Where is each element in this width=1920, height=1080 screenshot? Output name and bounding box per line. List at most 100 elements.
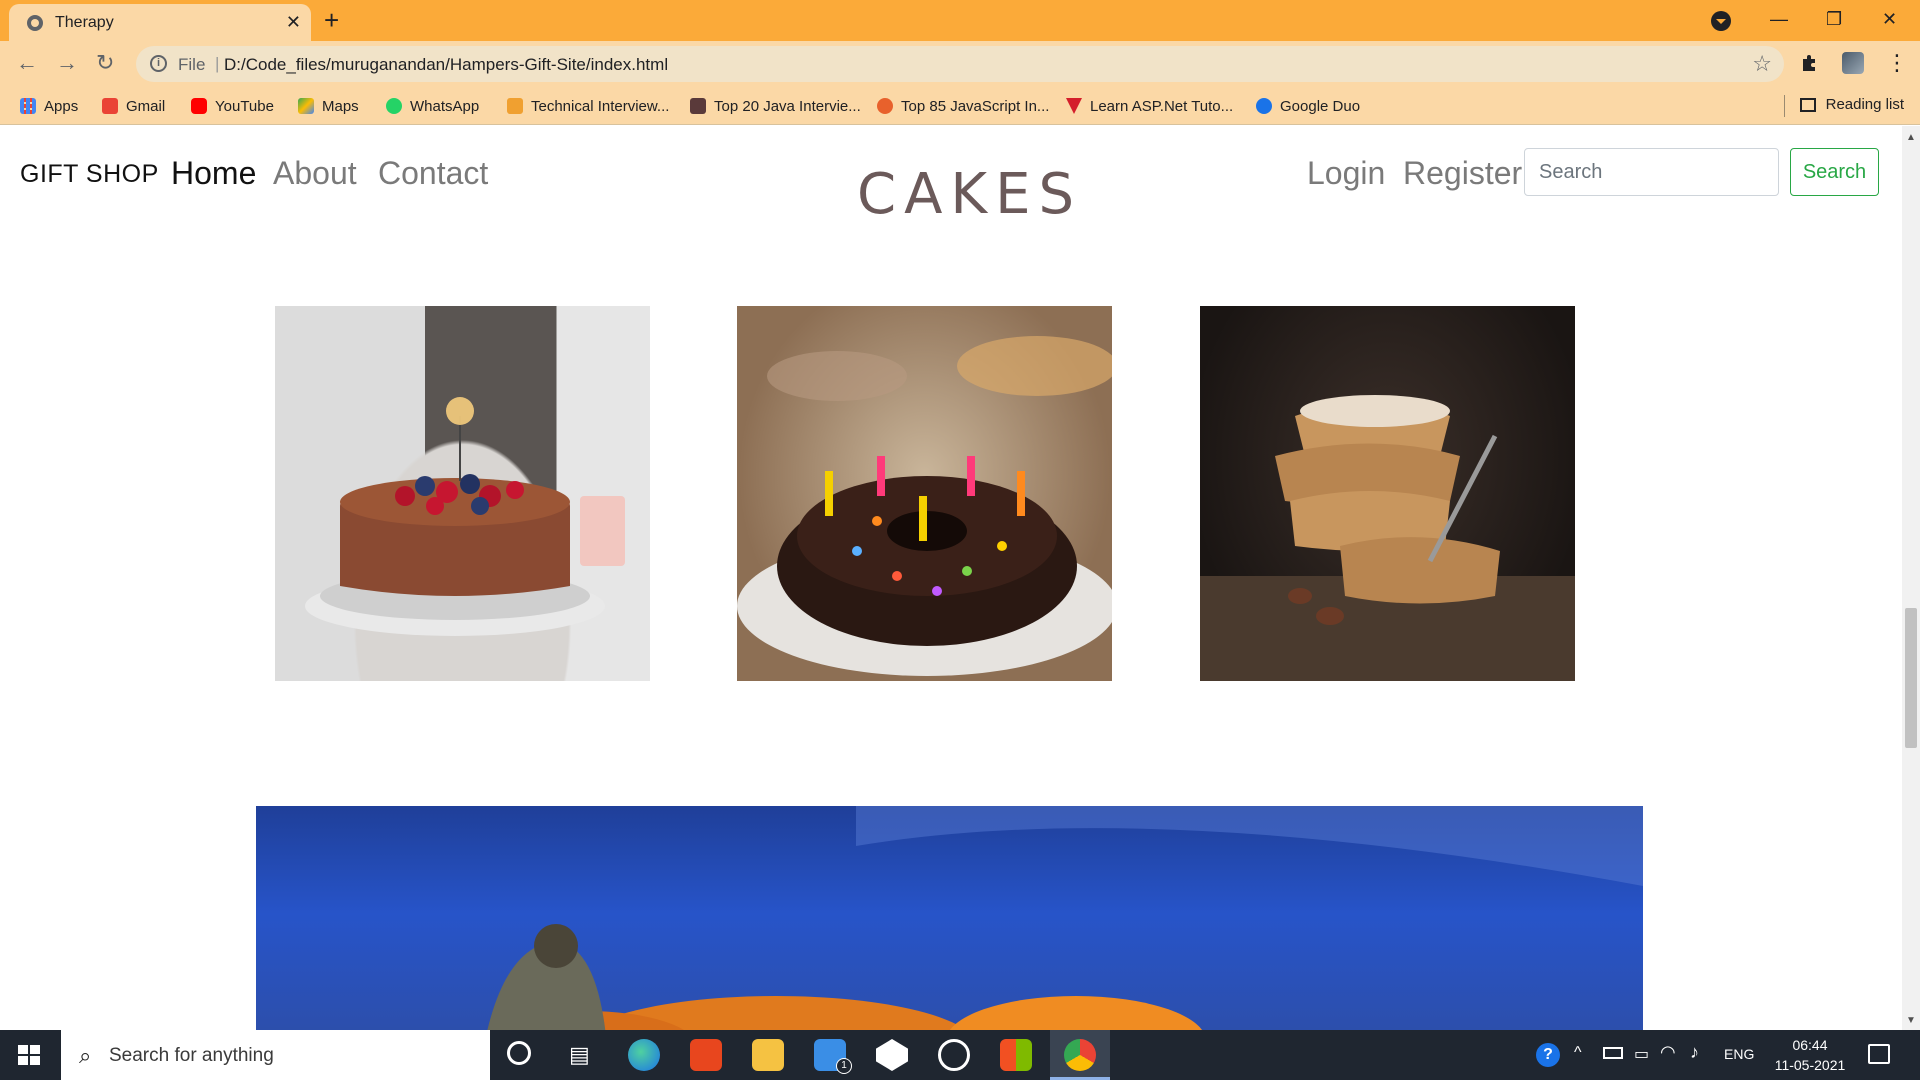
globe-icon (27, 15, 43, 31)
nav-login[interactable]: Login (1307, 155, 1385, 192)
cake-image-berry[interactable] (275, 306, 650, 681)
bookmark-star-icon[interactable]: ☆ (1752, 51, 1772, 77)
tab-strip: Therapy ✕ + — ❐ ✕ (0, 0, 1920, 41)
chrome-icon[interactable] (1064, 1039, 1096, 1071)
battery-icon[interactable] (1603, 1047, 1623, 1059)
task-view-icon[interactable]: ▤ (569, 1042, 590, 1068)
bookmark-label: WhatsApp (410, 97, 480, 115)
file-explorer-icon[interactable] (752, 1039, 784, 1071)
new-tab-icon[interactable]: + (324, 6, 339, 34)
restore-icon[interactable]: ❐ (1826, 6, 1842, 32)
volume-icon[interactable]: ♪ (1690, 1042, 1699, 1063)
bookmark-label: YouTube (215, 97, 274, 115)
scrollbar-thumb[interactable] (1905, 608, 1917, 748)
bookmark-label: Gmail (126, 97, 166, 115)
nav-contact[interactable]: Contact (378, 155, 488, 192)
extensions-icon[interactable] (1800, 53, 1820, 73)
back-icon[interactable]: ← (16, 50, 38, 76)
notification-center-icon[interactable] (1868, 1044, 1890, 1064)
bookmark-label: Maps (322, 97, 359, 115)
edge-icon[interactable] (628, 1039, 660, 1071)
chevron-up-icon[interactable]: ^ (1574, 1044, 1582, 1062)
windows-taskbar: ⌕ Search for anything ▤ 1 ? ^ ▭ ◠ ♪ ENG … (0, 1030, 1920, 1080)
nav-register[interactable]: Register (1403, 155, 1522, 192)
address-bar[interactable]: i File | D:/Code_files/muruganandan/Hamp… (136, 46, 1784, 82)
microsoft-store-icon[interactable] (1000, 1039, 1032, 1071)
close-tab-icon[interactable]: ✕ (286, 12, 301, 32)
aspnet-icon (1066, 98, 1082, 114)
berry-cake-illustration (305, 397, 625, 636)
bookmark-label: Learn ASP.Net Tuto... (1090, 97, 1234, 115)
cortana-icon[interactable] (507, 1041, 531, 1065)
search-input[interactable] (1524, 148, 1779, 196)
url-scheme: File (178, 55, 206, 74)
taskbar-search-box[interactable]: ⌕ Search for anything (61, 1030, 490, 1080)
bookmarks-divider (1784, 95, 1785, 117)
system-clock[interactable]: 06:44 11-05-2021 (1770, 1035, 1850, 1075)
nav-home[interactable]: Home (171, 155, 256, 192)
youtube-icon (191, 98, 207, 114)
bookmark-whatsapp[interactable]: WhatsApp (386, 96, 479, 116)
bookmark-label: Technical Interview... (531, 97, 670, 115)
github-desktop-icon[interactable] (938, 1039, 970, 1071)
url-text[interactable]: D:/Code_files/muruganandan/Hampers-Gift-… (224, 55, 668, 75)
bookmark-maps[interactable]: Maps (298, 96, 359, 116)
javascript-interview-icon (877, 98, 893, 114)
tab-title: Therapy (55, 14, 114, 31)
close-window-icon[interactable]: ✕ (1882, 6, 1897, 32)
reload-icon[interactable]: ↻ (96, 50, 114, 76)
bookmark-label: Apps (44, 97, 79, 115)
bundt-cake-illustration (737, 336, 1112, 676)
nav-about[interactable]: About (273, 155, 357, 192)
bookmark-label: Top 85 JavaScript In... (901, 97, 1050, 115)
site-brand[interactable]: GIFT SHOP (20, 160, 159, 189)
cake-image-muffins[interactable] (1200, 306, 1575, 681)
muffins-illustration (1200, 395, 1575, 681)
clock-date: 11-05-2021 (1774, 1057, 1846, 1073)
apps-grid-icon (20, 98, 36, 114)
gmail-icon (102, 98, 118, 114)
banner-illustration (487, 806, 1643, 1030)
scroll-up-icon[interactable]: ▲ (1906, 132, 1916, 143)
url-separator: | (215, 54, 220, 73)
taskbar-search-placeholder: Search for anything (109, 1045, 274, 1066)
language-indicator[interactable]: ENG (1724, 1046, 1754, 1062)
menu-icon[interactable]: ⋮ (1886, 50, 1908, 76)
page-viewport: GIFT SHOP Home About Contact CAKES Login… (0, 126, 1902, 1030)
bookmark-google-duo[interactable]: Google Duo (1256, 96, 1360, 116)
bookmarks-bar: Apps Gmail YouTube Maps WhatsApp Technic… (0, 87, 1920, 125)
section-title: CAKES (857, 162, 1083, 227)
search-icon: ⌕ (79, 1043, 92, 1068)
help-icon[interactable]: ? (1536, 1043, 1560, 1067)
info-icon[interactable]: i (150, 55, 167, 72)
page-scrollbar[interactable]: ▲ ▼ (1902, 126, 1920, 1030)
bookmark-youtube[interactable]: YouTube (191, 96, 274, 116)
java-interview-icon (690, 98, 706, 114)
windows-start-icon[interactable] (18, 1045, 40, 1065)
bookmark-label: Google Duo (1280, 97, 1361, 115)
tab-search-icon[interactable] (1711, 11, 1731, 31)
browser-toolbar: ← → ↻ i File | D:/Code_files/murugananda… (0, 41, 1920, 87)
wifi-icon[interactable]: ◠ (1660, 1042, 1676, 1063)
bookmark-apps[interactable]: Apps (20, 96, 78, 116)
bookmark-javascript-interview[interactable]: Top 85 JavaScript In... (877, 96, 1049, 116)
device-icon[interactable]: ▭ (1634, 1044, 1649, 1064)
search-button[interactable]: Search (1790, 148, 1879, 196)
cake-image-bundt[interactable] (737, 306, 1112, 681)
dropbox-icon[interactable] (876, 1039, 908, 1071)
bookmark-gmail[interactable]: Gmail (102, 96, 165, 116)
tab-active[interactable]: Therapy ✕ (9, 4, 311, 41)
technical-interview-icon (507, 98, 523, 114)
bookmark-technical-interview[interactable]: Technical Interview... (507, 96, 669, 116)
scroll-down-icon[interactable]: ▼ (1906, 1015, 1916, 1026)
forward-icon[interactable]: → (56, 50, 78, 76)
office-icon[interactable] (690, 1039, 722, 1071)
bookmark-label: Top 20 Java Intervie... (714, 97, 861, 115)
mail-badge: 1 (836, 1058, 852, 1074)
minimize-icon[interactable]: — (1770, 6, 1788, 32)
reading-list-button[interactable]: Reading list (1799, 96, 1904, 113)
profile-avatar[interactable] (1842, 52, 1864, 74)
clock-time: 06:44 (1792, 1037, 1828, 1053)
bookmark-aspnet[interactable]: Learn ASP.Net Tuto... (1066, 96, 1233, 116)
bookmark-java-interview[interactable]: Top 20 Java Intervie... (690, 96, 861, 116)
